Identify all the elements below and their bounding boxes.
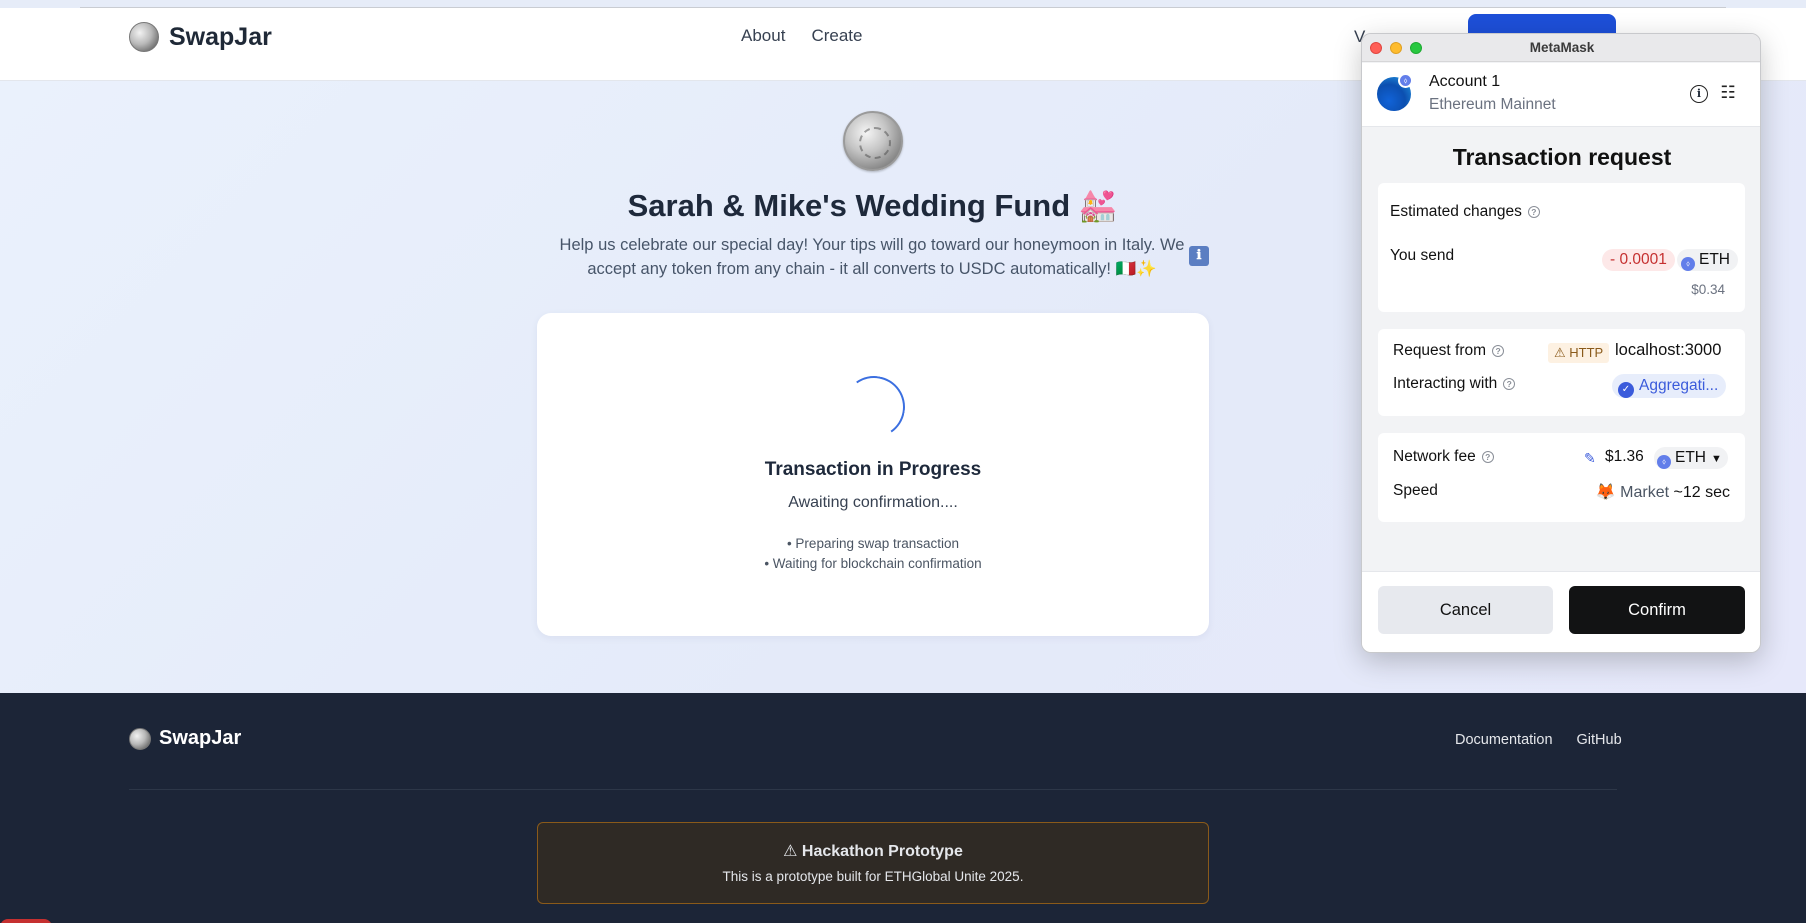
network-fee-label: Network fee? — [1393, 448, 1494, 466]
transaction-status: Awaiting confirmation.... — [788, 494, 958, 511]
window-title: MetaMask — [1529, 40, 1595, 55]
request-host: localhost:3000 — [1615, 341, 1722, 359]
info-icon[interactable]: i — [1690, 85, 1708, 103]
help-icon[interactable]: ? — [1527, 206, 1540, 218]
nav-create[interactable]: Create — [811, 26, 862, 46]
network-name: Ethereum Mainnet — [1429, 96, 1556, 113]
request-details-card: Request from? ⚠ HTTP localhost:3000 Inte… — [1378, 329, 1745, 416]
eth-icon: ⬨ — [1681, 257, 1695, 271]
metamask-window: MetaMask ⬨ Account 1 Ethereum Mainnet i … — [1361, 33, 1761, 653]
footer-logo[interactable]: SwapJar — [129, 727, 241, 750]
send-token: ETH — [1699, 251, 1730, 268]
account-name[interactable]: Account 1 — [1429, 73, 1500, 91]
action-bar: Cancel Confirm — [1362, 571, 1760, 652]
cancel-button[interactable]: Cancel — [1378, 586, 1553, 634]
you-send-label: You send — [1390, 247, 1455, 264]
main-nav: About Create — [741, 26, 862, 46]
step-item: • Preparing swap transaction — [786, 536, 960, 551]
speed-value[interactable]: 🦊 Market ~12 sec — [1596, 482, 1730, 502]
speed-market: Market — [1620, 484, 1670, 501]
footer-link-github[interactable]: GitHub — [1577, 732, 1622, 748]
request-from-label: Request from? — [1393, 342, 1505, 360]
confirm-button[interactable]: Confirm — [1569, 586, 1745, 634]
send-amount: - 0.0001 — [1602, 249, 1675, 271]
speed-label: Speed — [1393, 482, 1438, 499]
request-heading: Transaction request — [1452, 144, 1672, 170]
send-usd-value: $0.34 — [1691, 282, 1725, 297]
dev-overlay-tab[interactable] — [0, 919, 52, 923]
fee-token-selector[interactable]: ⬨ ETH ▼ — [1654, 447, 1728, 469]
nav-about[interactable]: About — [741, 26, 785, 46]
campaign-description: Help us celebrate our special day! Your … — [559, 236, 1185, 278]
edit-pencil-icon[interactable]: ✎ — [1584, 450, 1596, 467]
send-token-pill: ⬨ ETH — [1677, 249, 1738, 271]
network-fee-usd: $1.36 — [1605, 448, 1644, 465]
transaction-steps: • Preparing swap transaction • Waiting f… — [537, 534, 1209, 574]
window-titlebar: MetaMask — [1362, 34, 1760, 62]
footer-link-documentation[interactable]: Documentation — [1455, 732, 1553, 748]
http-warning-badge: ⚠ HTTP — [1548, 343, 1610, 363]
notice-title: ⚠ Hackathon Prototype — [783, 843, 963, 860]
chevron-down-icon: ▼ — [1711, 453, 1722, 465]
transaction-title: Transaction in Progress — [764, 459, 982, 480]
prototype-notice — [537, 822, 1209, 904]
footer-divider — [129, 789, 1617, 790]
notice-text: This is a prototype built for ETHGlobal … — [722, 869, 1024, 884]
contract-name: Aggregati... — [1639, 377, 1719, 394]
eth-icon: ⬨ — [1657, 455, 1671, 469]
fee-token: ETH — [1675, 449, 1706, 466]
step-item: • Waiting for blockchain confirmation — [764, 556, 982, 571]
contract-pill[interactable]: ✓ Aggregati... — [1612, 374, 1727, 398]
coin-logo-icon — [129, 727, 151, 750]
help-icon[interactable]: ? — [1481, 451, 1494, 463]
request-from-text: Request from — [1393, 342, 1487, 359]
settings-sliders-icon[interactable]: ☷ — [1718, 83, 1738, 103]
footer-links: Documentation GitHub — [1455, 732, 1622, 748]
info-icon[interactable]: ℹ — [1189, 246, 1209, 266]
brand-logo[interactable]: SwapJar — [129, 22, 272, 52]
fox-icon: 🦊 — [1595, 484, 1616, 501]
help-icon[interactable]: ? — [1503, 378, 1516, 390]
jar-coin-icon — [843, 111, 903, 171]
brand-name: SwapJar — [169, 22, 272, 51]
help-icon[interactable]: ? — [1492, 345, 1505, 357]
interacting-with-text: Interacting with — [1393, 375, 1498, 392]
fee-card: Network fee? ✎ $1.36 ⬨ ETH ▼ Speed 🦊 Marke… — [1378, 433, 1745, 522]
footer-brand-name: SwapJar — [159, 727, 242, 749]
account-header: ⬨ Account 1 Ethereum Mainnet i ☷ — [1362, 63, 1760, 127]
verified-check-icon: ✓ — [1618, 382, 1634, 398]
interacting-with-label: Interacting with? — [1393, 375, 1516, 393]
network-fee-text: Network fee — [1393, 448, 1476, 465]
estimated-changes-text: Estimated changes — [1390, 203, 1522, 220]
coin-logo-icon — [129, 22, 159, 52]
estimated-changes-label: Estimated changes? — [1390, 203, 1540, 221]
estimated-changes-card: Estimated changes? You send - 0.0001 ⬨ ET… — [1378, 183, 1745, 312]
eth-network-icon: ⬨ — [1398, 73, 1413, 88]
speed-time: ~12 sec — [1673, 484, 1730, 501]
